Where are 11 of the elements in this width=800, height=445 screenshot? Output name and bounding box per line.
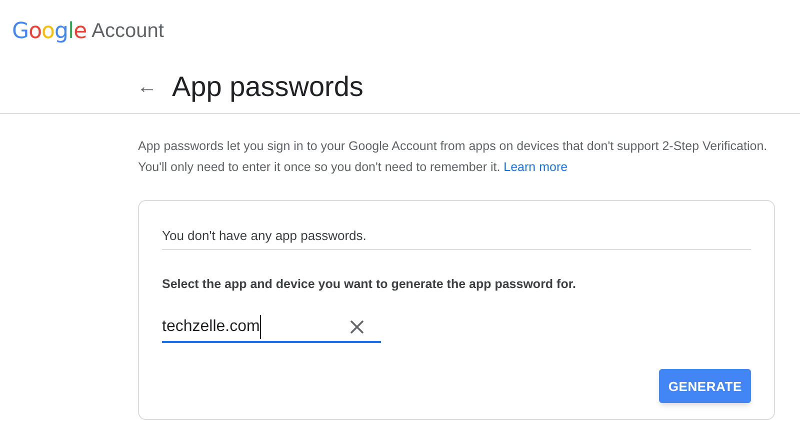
- generate-button[interactable]: GENERATE: [659, 369, 751, 404]
- intro-text: App passwords let you sign in to your Google Account from apps on devices that don't support 2-Step Verification. You'll only need to enter it once so you don't need to remember it. Learn more: [138, 138, 768, 176]
- google-logo[interactable]: Google: [12, 14, 87, 48]
- page-title: App passwords: [172, 70, 364, 104]
- learn-more-link[interactable]: Learn more: [504, 160, 568, 174]
- instruction-text: Select the app and device you want to generate the app password for.: [162, 276, 577, 293]
- back-button[interactable]: ←: [136, 72, 158, 102]
- empty-message: You don't have any app passwords.: [162, 226, 751, 250]
- product-name: Account: [92, 19, 164, 44]
- app-input-field[interactable]: techzelle.com: [162, 313, 381, 344]
- close-icon[interactable]: [349, 319, 365, 336]
